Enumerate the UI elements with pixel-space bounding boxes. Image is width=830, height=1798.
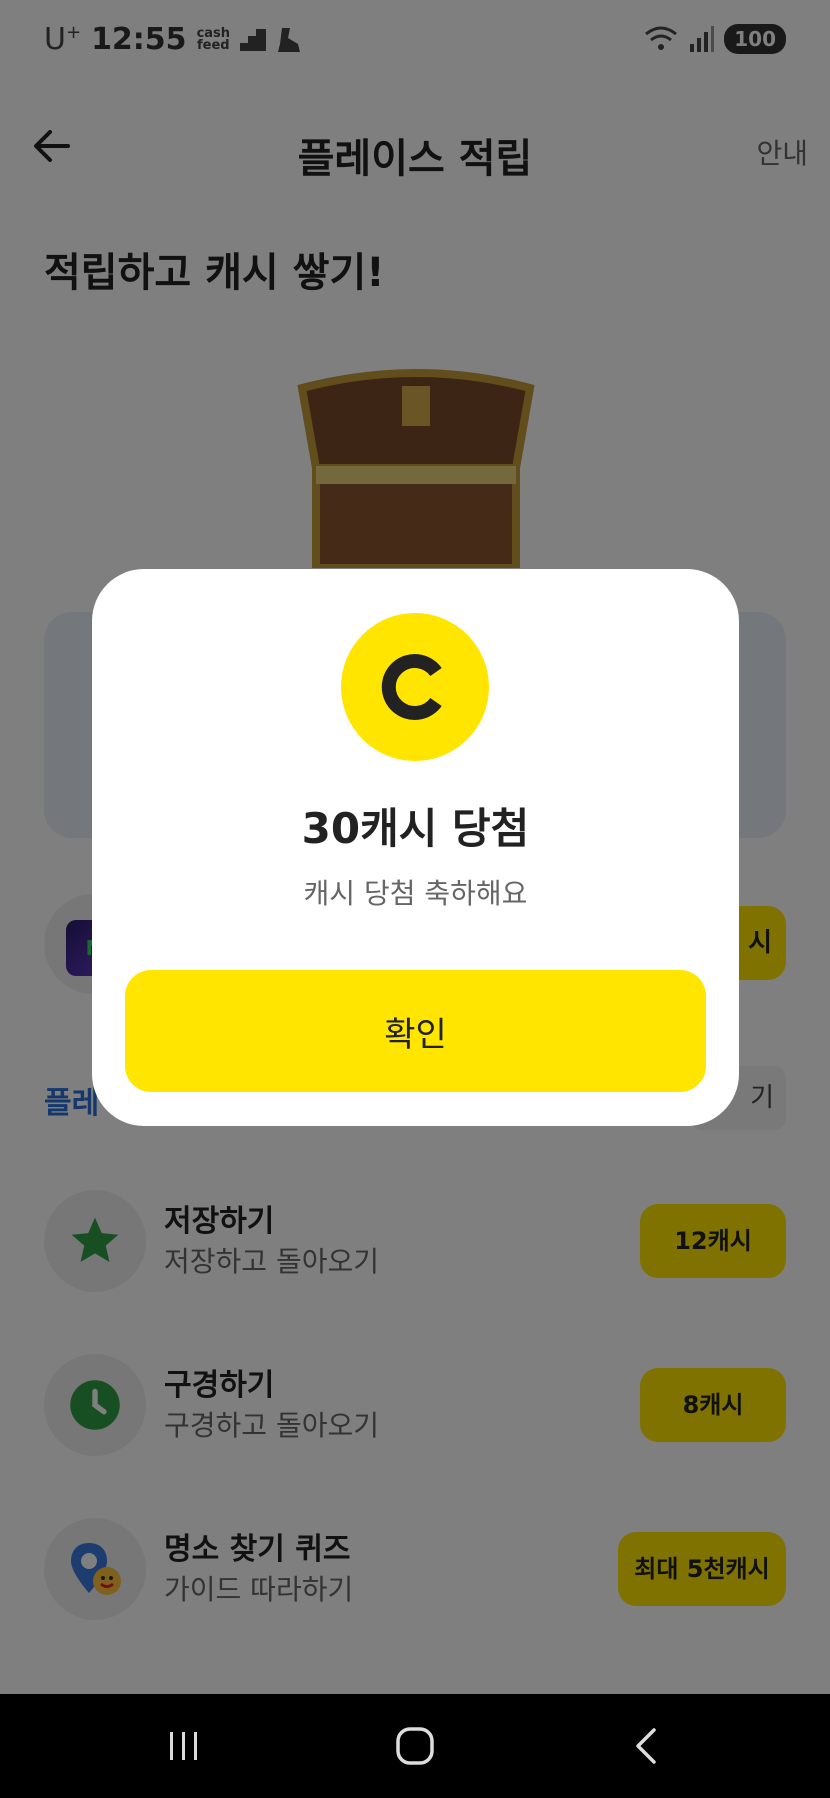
- confirm-button[interactable]: 확인: [125, 970, 706, 1092]
- home-icon: [396, 1727, 434, 1765]
- reward-dialog: 30캐시 당첨 캐시 당첨 축하해요 확인: [92, 569, 739, 1126]
- home-button[interactable]: [385, 1716, 445, 1776]
- system-nav-bar: [0, 1694, 830, 1798]
- recent-apps-icon: [170, 1732, 197, 1760]
- chevron-left-icon: [636, 1728, 656, 1764]
- cash-c-icon: [381, 654, 442, 720]
- dialog-title: 30캐시 당첨: [301, 804, 530, 853]
- dialog-subtitle: 캐시 당첨 축하해요: [303, 877, 528, 910]
- cash-coin-icon: [341, 613, 489, 761]
- recent-apps-button[interactable]: [154, 1716, 214, 1776]
- back-nav-button[interactable]: [618, 1716, 678, 1776]
